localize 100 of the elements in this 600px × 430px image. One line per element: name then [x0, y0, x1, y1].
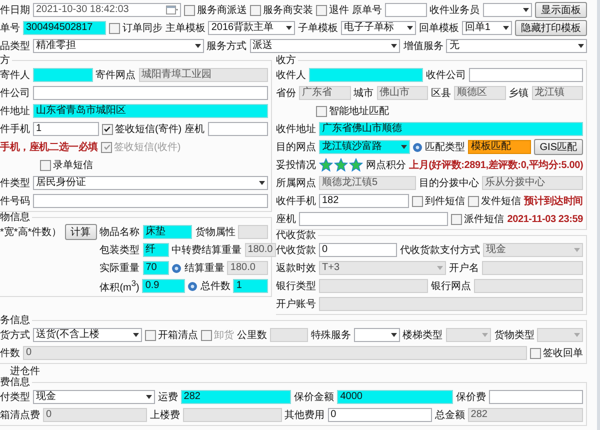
star-icon: [334, 158, 348, 172]
input-field[interactable]: 0: [319, 243, 397, 257]
field-label: *宽*高*件数）: [0, 226, 62, 239]
field-label: 目的网点: [276, 140, 316, 154]
checkbox[interactable]: 退件: [316, 3, 350, 17]
input-field[interactable]: 182: [319, 194, 410, 208]
dropdown[interactable]: [446, 328, 492, 342]
input-field[interactable]: 顺德龙江镇5: [319, 176, 416, 190]
caret-icon: [574, 248, 580, 252]
dropdown[interactable]: 无: [446, 39, 588, 53]
button[interactable]: GIS匹配: [534, 139, 584, 155]
input-field[interactable]: [309, 68, 423, 82]
field-label: 楼梯类型: [402, 328, 443, 342]
input-field[interactable]: [299, 212, 448, 226]
checkbox[interactable]: 到件短信: [412, 194, 466, 208]
checkbox[interactable]: 录单短信: [40, 158, 93, 172]
input-field[interactable]: 70: [142, 261, 170, 275]
calendar-icon[interactable]: [166, 5, 178, 15]
caret-icon: [578, 44, 584, 48]
input-field[interactable]: 顺德区: [454, 86, 506, 100]
input-field[interactable]: 282: [180, 390, 292, 404]
field-label: 结算重量: [184, 262, 224, 275]
input-field[interactable]: [319, 279, 428, 293]
dropdown[interactable]: 回单1: [462, 21, 512, 35]
dropdown[interactable]: [354, 328, 400, 342]
checkbox[interactable]: 派件短信: [451, 212, 504, 226]
section-title: 代收货款: [276, 230, 317, 241]
input-field[interactable]: 模板匹配: [468, 140, 531, 154]
input-field[interactable]: 0: [328, 408, 432, 422]
checkbox[interactable]: 服务商派送: [184, 3, 248, 17]
dropdown[interactable]: 精准零担: [33, 39, 204, 53]
input-field[interactable]: [489, 390, 583, 404]
field-label: 收件公司: [426, 69, 466, 82]
section-title: 收方: [276, 55, 297, 66]
field-label: 件地址: [0, 104, 30, 118]
button[interactable]: 计算: [64, 224, 97, 240]
dropdown[interactable]: [537, 328, 584, 342]
input-field[interactable]: 广东省: [299, 86, 350, 100]
button[interactable]: 显示面板: [534, 2, 587, 18]
field-label: 件数: [0, 347, 20, 360]
button[interactable]: 隐藏打印模板: [515, 20, 587, 36]
input-field[interactable]: 0.9: [142, 279, 186, 293]
dropdown[interactable]: 派送: [250, 39, 400, 53]
dropdown[interactable]: 2016背款主单: [208, 21, 296, 35]
input-field[interactable]: [270, 328, 308, 342]
dropdown[interactable]: 现金: [482, 243, 583, 257]
input-field[interactable]: 180.0: [227, 261, 268, 275]
checkbox[interactable]: 智能地址匹配: [316, 104, 389, 118]
caret-icon: [286, 26, 292, 30]
input-field[interactable]: [474, 279, 583, 293]
input-field[interactable]: 0: [23, 346, 527, 360]
input-field[interactable]: [33, 86, 268, 100]
input-field[interactable]: 床垫: [142, 225, 192, 239]
input-field[interactable]: [469, 68, 583, 82]
input-field[interactable]: 180.0: [244, 243, 276, 257]
input-field[interactable]: 纤: [142, 243, 169, 257]
input-field[interactable]: 山东省青岛市城阳区: [33, 104, 268, 118]
note-text: 预计到达时间: [524, 194, 583, 208]
dropdown[interactable]: [482, 3, 532, 17]
input-field[interactable]: 广东省佛山市顺德: [319, 122, 583, 136]
input-field[interactable]: 0: [43, 408, 148, 422]
input-field[interactable]: 1: [233, 279, 268, 293]
field-label: 开户名: [448, 262, 479, 275]
checkbox[interactable]: 开箱清点: [145, 328, 198, 342]
input-field[interactable]: [208, 122, 268, 136]
dropdown[interactable]: 龙江镇沙富路: [319, 140, 410, 154]
input-field[interactable]: [238, 225, 268, 239]
checkbox[interactable]: 签收短信(寄件): [102, 122, 182, 136]
date-field[interactable]: 2021-10-30 18:42:03: [33, 3, 182, 17]
input-field[interactable]: [33, 194, 268, 208]
input-field[interactable]: 1: [33, 122, 99, 136]
input-field[interactable]: 300494502817: [23, 21, 106, 35]
field-label: 收件地址: [276, 122, 316, 136]
checkbox[interactable]: 订单同步: [109, 21, 162, 35]
dropdown[interactable]: 电子子单标: [341, 21, 416, 35]
dropdown[interactable]: 送货(不含上楼: [33, 328, 142, 342]
input-field[interactable]: [319, 297, 583, 311]
checkbox[interactable]: 服务商安装: [250, 3, 314, 17]
input-field[interactable]: [482, 261, 584, 275]
field-label: 服务方式: [206, 40, 247, 53]
field-label: 增值服务: [403, 40, 444, 53]
field-label: 件公司: [0, 87, 30, 100]
input-field[interactable]: 乐从分拨中心: [482, 176, 583, 190]
input-field[interactable]: 城阳青埠工业园: [138, 68, 268, 82]
dropdown[interactable]: 居民身份证: [33, 176, 268, 190]
field-label: 进仓件: [10, 364, 40, 376]
input-field[interactable]: 282: [468, 408, 583, 422]
checkbox[interactable]: 发件短信: [468, 194, 522, 208]
input-field[interactable]: 4000: [337, 390, 454, 404]
dropdown[interactable]: 现金: [33, 390, 155, 404]
input-field[interactable]: [385, 3, 427, 17]
checkbox[interactable]: 签收回单: [530, 346, 583, 360]
input-field[interactable]: 佛山市: [376, 86, 428, 100]
input-field[interactable]: 龙江镇: [532, 86, 583, 100]
dropdown[interactable]: T+3: [319, 261, 446, 275]
input-field[interactable]: [33, 68, 92, 82]
field-label: 总件数: [200, 280, 230, 293]
input-field[interactable]: [183, 408, 282, 422]
field-label: 体积(m$^{3}$): [100, 278, 140, 294]
caret-icon: [574, 333, 580, 337]
